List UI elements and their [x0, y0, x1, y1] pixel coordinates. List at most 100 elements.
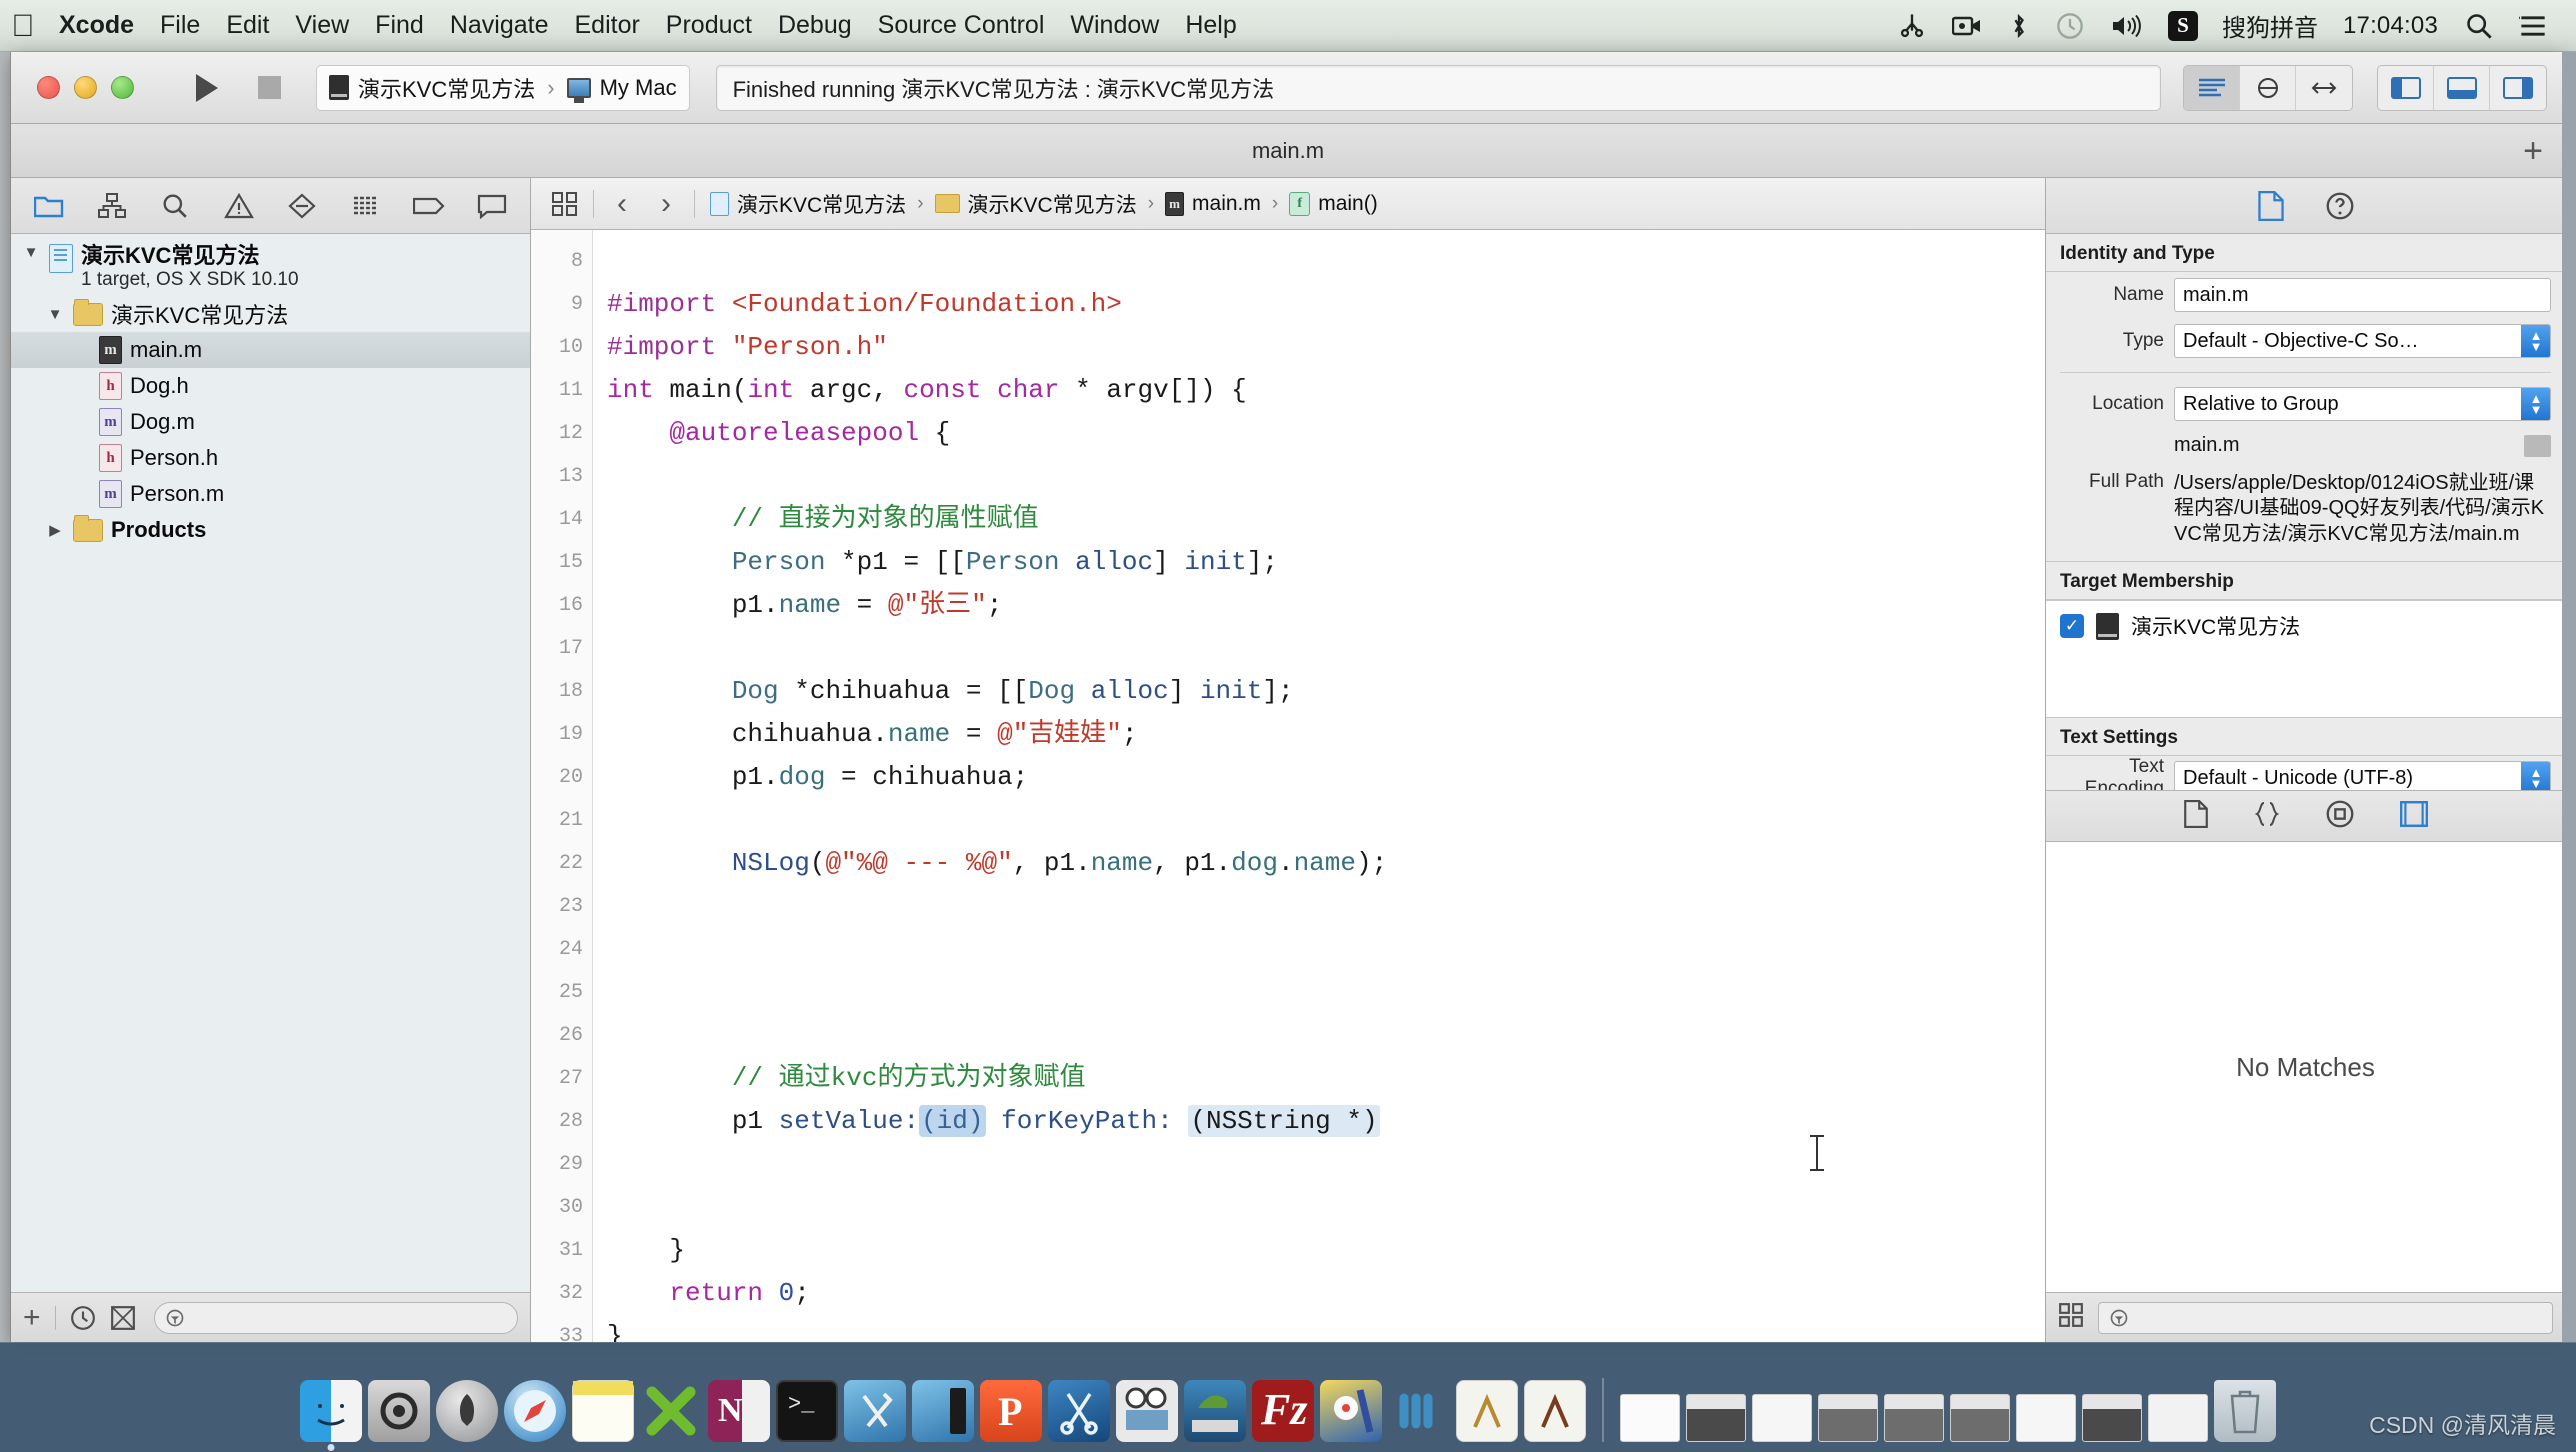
menu-item-window[interactable]: Window [1057, 0, 1172, 51]
type-popup[interactable]: Default - Objective-C So… ▲ ▼ [2174, 324, 2551, 358]
text-encoding-popup[interactable]: Default - Unicode (UTF-8) ▲ ▼ [2174, 761, 2551, 791]
moviemaker-icon[interactable] [1116, 1380, 1178, 1442]
menu-item-product[interactable]: Product [653, 0, 765, 51]
code-line[interactable] [607, 885, 2045, 928]
breadcrumb-symbol[interactable]: f main() [1280, 191, 1387, 216]
code-line[interactable] [607, 455, 2045, 498]
menu-item-debug[interactable]: Debug [765, 0, 865, 51]
clown-icon[interactable] [1320, 1380, 1382, 1442]
system-preferences-icon[interactable] [368, 1380, 430, 1442]
code-line[interactable]: p1.name = @"张三"; [607, 584, 2045, 627]
find-navigator-tab[interactable] [152, 185, 198, 227]
snagit-icon[interactable] [1048, 1380, 1110, 1442]
code-line[interactable]: return 0; [607, 1272, 2045, 1315]
imovie-icon[interactable] [1184, 1380, 1246, 1442]
window-thumbnail[interactable] [1950, 1394, 2010, 1442]
code-line[interactable]: p1 setValue:(id) forKeyPath: (NSString *… [607, 1100, 2045, 1143]
input-method-label[interactable]: 搜狗拼音 [2211, 0, 2329, 51]
object-library-tab[interactable] [2326, 800, 2354, 833]
tree-row-products[interactable]: ▶ Products [11, 512, 530, 548]
code-line[interactable] [607, 240, 2045, 283]
media-library-tab[interactable] [2399, 800, 2428, 832]
stop-button[interactable] [238, 65, 300, 111]
code-line[interactable]: Dog *chihuahua = [[Dog alloc] init]; [607, 670, 2045, 713]
toggle-navigator-button[interactable] [2378, 65, 2434, 110]
report-navigator-tab[interactable] [469, 185, 515, 227]
menu-item-navigate[interactable]: Navigate [437, 0, 562, 51]
menu-item-source-control[interactable]: Source Control [865, 0, 1058, 51]
breadcrumb-project[interactable]: 演示KVC常见方法 [701, 189, 915, 219]
code-line[interactable]: chihuahua.name = @"吉娃娃"; [607, 713, 2045, 756]
code-line[interactable]: #import <Foundation/Foundation.h> [607, 283, 2045, 326]
breadcrumb-group[interactable]: 演示KVC常见方法 [926, 189, 1146, 219]
close-window-button[interactable] [37, 76, 60, 99]
project-navigator-tab[interactable] [26, 185, 72, 227]
window-thumbnail[interactable] [2082, 1394, 2142, 1442]
location-popup[interactable]: Relative to Group ▲ ▼ [2174, 387, 2551, 421]
volume-icon[interactable] [2097, 0, 2155, 51]
tab-main-m[interactable]: main.m [11, 138, 2565, 164]
version-editor-button[interactable] [2296, 66, 2352, 110]
scheme-selector[interactable]: 演示KVC常见方法 › My Mac [316, 64, 690, 111]
file-inspector-tab[interactable] [2257, 190, 2284, 221]
tree-row-dog-m[interactable]: m Dog.m [11, 404, 530, 440]
finder-icon[interactable] [300, 1380, 362, 1451]
window-thumbnail[interactable] [1884, 1394, 1944, 1442]
code-line[interactable]: } [607, 1229, 2045, 1272]
menubar-clock[interactable]: 17:04:03 [2329, 12, 2452, 40]
code-line[interactable] [607, 1143, 2045, 1186]
file-template-library-tab[interactable] [2183, 799, 2208, 833]
grid-view-icon[interactable] [2058, 1302, 2084, 1333]
disclosure-triangle-icon[interactable]: ▼ [45, 306, 65, 323]
related-items-icon[interactable] [543, 191, 587, 216]
notes-icon[interactable] [572, 1380, 634, 1442]
quick-help-inspector-tab[interactable] [2326, 192, 2354, 220]
source-control-filter-icon[interactable] [110, 1305, 136, 1331]
menu-item-find[interactable]: Find [362, 0, 437, 51]
tree-row-project[interactable]: ▼ 演示KVC常见方法 1 target, OS X SDK 10.10 [11, 240, 530, 296]
tree-row-person-m[interactable]: m Person.m [11, 476, 530, 512]
window-thumbnail[interactable] [1752, 1394, 1812, 1442]
code-line[interactable]: int main(int argc, const char * argv[]) … [607, 369, 2045, 412]
test-navigator-tab[interactable] [279, 185, 325, 227]
tree-row-main-m[interactable]: m main.m [11, 332, 530, 368]
trash-icon[interactable] [2214, 1380, 2276, 1442]
code-text[interactable]: #import <Foundation/Foundation.h> #import… [593, 230, 2045, 1342]
code-line[interactable]: // 通过kvc的方式为对象赋值 [607, 1057, 2045, 1100]
tree-row-person-h[interactable]: h Person.h [11, 440, 530, 476]
debug-navigator-tab[interactable] [343, 185, 389, 227]
xcode-icon[interactable] [640, 1380, 702, 1442]
sketchbook-icon[interactable] [1456, 1380, 1518, 1442]
code-line[interactable]: // 直接为对象的属性赋值 [607, 498, 2045, 541]
name-field[interactable]: main.m [2174, 278, 2551, 312]
onenote-icon[interactable]: N [708, 1380, 770, 1442]
menu-item-xcode[interactable]: Xcode [46, 0, 147, 51]
code-line[interactable]: p1.dog = chihuahua; [607, 756, 2045, 799]
assistant-editor-button[interactable] [2240, 65, 2296, 110]
disclosure-triangle-icon[interactable]: ▼ [21, 244, 41, 261]
minimize-window-button[interactable] [74, 76, 97, 99]
scissors-icon[interactable] [1885, 0, 1939, 51]
menu-item-editor[interactable]: Editor [561, 0, 652, 51]
target-checkbox[interactable]: ✓ [2060, 614, 2084, 639]
launchpad-icon[interactable] [436, 1380, 498, 1442]
notification-center-icon[interactable] [2506, 0, 2560, 51]
code-line[interactable]: Person *p1 = [[Person alloc] init]; [607, 541, 2045, 584]
terminal-icon[interactable]: >_ [776, 1380, 838, 1442]
textmate-icon[interactable] [912, 1380, 974, 1442]
apple-menu-icon[interactable]:  [0, 10, 46, 41]
breadcrumb-file[interactable]: m main.m [1156, 191, 1270, 216]
code-area[interactable]: 8 9 10 11 12 13 14 15 16 17 18 19 20 21 22 23 24 25 26 27 28… [531, 230, 2045, 1342]
disclosure-triangle-collapsed-icon[interactable]: ▶ [45, 521, 65, 539]
code-line[interactable] [607, 627, 2045, 670]
safari-icon[interactable] [504, 1380, 566, 1442]
symbol-navigator-tab[interactable] [89, 185, 135, 227]
sketchbook2-icon[interactable] [1524, 1380, 1586, 1442]
menu-item-file[interactable]: File [147, 0, 213, 51]
standard-editor-button[interactable] [2184, 65, 2240, 110]
code-line[interactable] [607, 799, 2045, 842]
recent-files-filter-icon[interactable] [70, 1305, 96, 1331]
window-thumbnail[interactable] [1818, 1394, 1878, 1442]
pages-icon[interactable] [1388, 1380, 1450, 1442]
issue-navigator-tab[interactable] [216, 185, 262, 227]
